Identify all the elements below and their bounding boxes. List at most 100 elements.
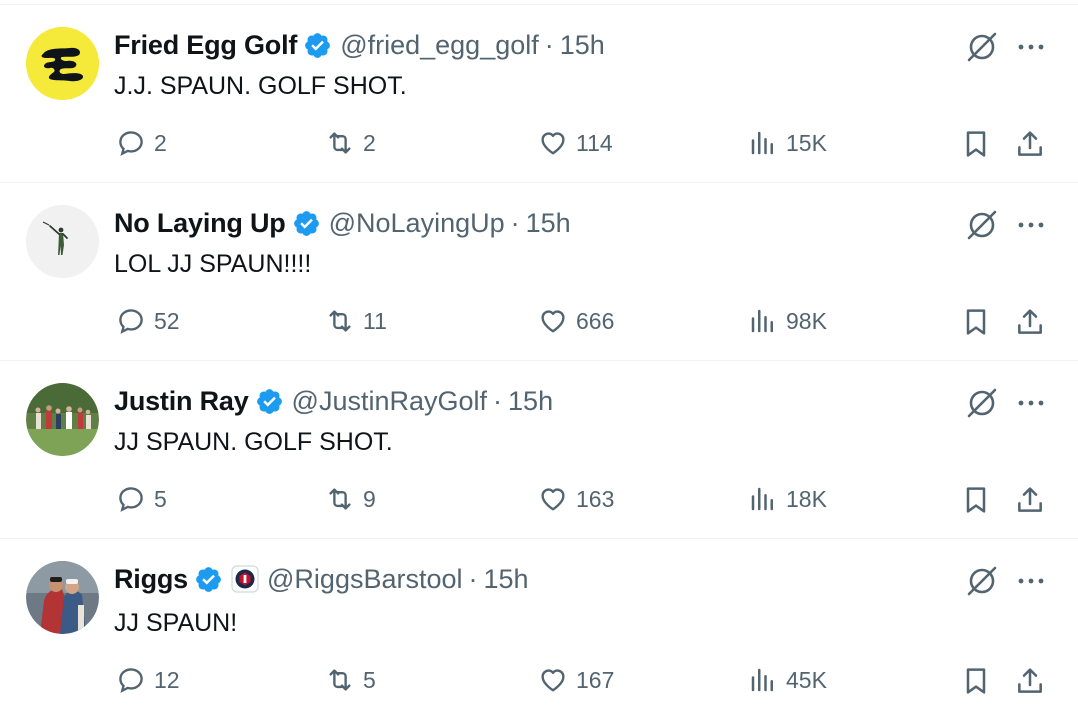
separator: · <box>510 207 520 238</box>
grok-icon[interactable] <box>962 561 1002 601</box>
verified-badge-icon[interactable] <box>255 387 284 416</box>
views-button[interactable]: 45K <box>748 665 827 695</box>
tweet-header: Fried Egg Golf @fried_egg_golf · 15h <box>114 28 605 62</box>
tweet-header: Riggs @RiggsBarstool · 15h <box>114 562 529 596</box>
separator: · <box>493 385 503 416</box>
avatar[interactable] <box>26 383 99 456</box>
retweet-count: 9 <box>363 485 376 512</box>
reply-count: 52 <box>154 307 180 334</box>
views-count: 45K <box>786 666 827 693</box>
tweet-text: LOL JJ SPAUN!!!! <box>114 250 312 278</box>
views-count: 18K <box>786 485 827 512</box>
like-count: 114 <box>576 129 613 156</box>
views-chart-icon <box>751 309 773 333</box>
grok-icon[interactable] <box>962 205 1002 245</box>
like-count: 666 <box>576 307 615 334</box>
avatar[interactable] <box>26 561 99 634</box>
avatar[interactable] <box>26 27 99 100</box>
like-count: 167 <box>576 666 615 693</box>
retweet-button[interactable]: 9 <box>325 484 376 514</box>
bookmark-icon[interactable] <box>960 128 992 160</box>
verified-badge-icon[interactable] <box>303 31 332 60</box>
share-icon[interactable] <box>1014 306 1046 338</box>
verified-badge-icon[interactable] <box>292 209 321 238</box>
timeline-feed: Fried Egg Golf @fried_egg_golf · 15h J.J… <box>0 0 1078 720</box>
more-icon[interactable] <box>1014 386 1048 420</box>
tweet-text: J.J. SPAUN. GOLF SHOT. <box>114 72 407 100</box>
barstool-badge-icon[interactable] <box>231 565 259 593</box>
retweet-count: 11 <box>363 307 387 334</box>
tweet-header: Justin Ray @JustinRayGolf · 15h <box>114 384 553 418</box>
views-button[interactable]: 15K <box>748 128 827 158</box>
avatar[interactable] <box>26 205 99 278</box>
more-icon[interactable] <box>1014 564 1048 598</box>
retweet-icon <box>329 669 351 691</box>
bookmark-icon[interactable] <box>960 665 992 697</box>
heart-icon <box>541 310 565 333</box>
separator: · <box>468 563 478 594</box>
reply-count: 2 <box>154 129 167 156</box>
like-button[interactable]: 167 <box>538 665 614 695</box>
views-button[interactable]: 98K <box>748 306 827 336</box>
display-name[interactable]: No Laying Up <box>114 208 286 239</box>
display-name[interactable]: Fried Egg Golf <box>114 30 297 61</box>
grok-icon[interactable] <box>962 383 1002 423</box>
timestamp[interactable]: 15h <box>484 564 529 595</box>
handle[interactable]: @RiggsBarstool <box>267 564 463 595</box>
tweet-card[interactable]: No Laying Up @NoLayingUp · 15h LOL JJ SP… <box>0 183 1078 361</box>
tweet-card[interactable]: Riggs @RiggsBarstool · 15h JJ SPAUN! 12 … <box>0 539 1078 720</box>
tweet-card[interactable]: Fried Egg Golf @fried_egg_golf · 15h J.J… <box>0 5 1078 183</box>
bookmark-icon[interactable] <box>960 306 992 338</box>
reply-button[interactable]: 2 <box>116 128 167 158</box>
share-icon[interactable] <box>1014 665 1046 697</box>
retweet-button[interactable]: 11 <box>325 306 387 336</box>
heart-icon <box>541 488 565 511</box>
handle[interactable]: @JustinRayGolf <box>292 386 487 417</box>
retweet-button[interactable]: 2 <box>325 128 376 158</box>
separator: · <box>544 29 554 60</box>
reply-button[interactable]: 52 <box>116 306 180 336</box>
handle[interactable]: @fried_egg_golf <box>340 30 539 61</box>
handle[interactable]: @NoLayingUp <box>329 208 505 239</box>
views-chart-icon <box>751 668 773 692</box>
display-name[interactable]: Riggs <box>114 564 188 595</box>
like-button[interactable]: 114 <box>538 128 613 158</box>
views-count: 98K <box>786 307 827 334</box>
retweet-count: 5 <box>363 666 376 693</box>
retweet-icon <box>329 310 351 332</box>
share-icon[interactable] <box>1014 484 1046 516</box>
views-count: 15K <box>786 129 827 156</box>
views-chart-icon <box>751 131 773 155</box>
bookmark-icon[interactable] <box>960 484 992 516</box>
like-button[interactable]: 666 <box>538 306 614 336</box>
reply-count: 5 <box>154 485 167 512</box>
display-name[interactable]: Justin Ray <box>114 386 249 417</box>
retweet-icon <box>329 132 351 154</box>
reply-button[interactable]: 12 <box>116 665 180 695</box>
reply-count: 12 <box>154 666 180 693</box>
reply-icon <box>119 309 143 334</box>
tweet-header: No Laying Up @NoLayingUp · 15h <box>114 206 571 240</box>
views-chart-icon <box>751 487 773 511</box>
reply-icon <box>119 131 143 156</box>
retweet-icon <box>329 488 351 510</box>
retweet-button[interactable]: 5 <box>325 665 376 695</box>
reply-icon <box>119 487 143 512</box>
like-button[interactable]: 163 <box>538 484 614 514</box>
like-count: 163 <box>576 485 615 512</box>
grok-icon[interactable] <box>962 27 1002 67</box>
verified-badge-icon[interactable] <box>194 565 223 594</box>
timestamp[interactable]: 15h <box>526 208 571 239</box>
views-button[interactable]: 18K <box>748 484 827 514</box>
timestamp[interactable]: 15h <box>508 386 553 417</box>
reply-button[interactable]: 5 <box>116 484 167 514</box>
more-icon[interactable] <box>1014 208 1048 242</box>
more-icon[interactable] <box>1014 30 1048 64</box>
heart-icon <box>541 132 565 155</box>
heart-icon <box>541 669 565 692</box>
share-icon[interactable] <box>1014 128 1046 160</box>
timestamp[interactable]: 15h <box>560 30 605 61</box>
tweet-card[interactable]: Justin Ray @JustinRayGolf · 15h JJ SPAUN… <box>0 361 1078 539</box>
tweet-text: JJ SPAUN! <box>114 609 238 637</box>
retweet-count: 2 <box>363 129 376 156</box>
